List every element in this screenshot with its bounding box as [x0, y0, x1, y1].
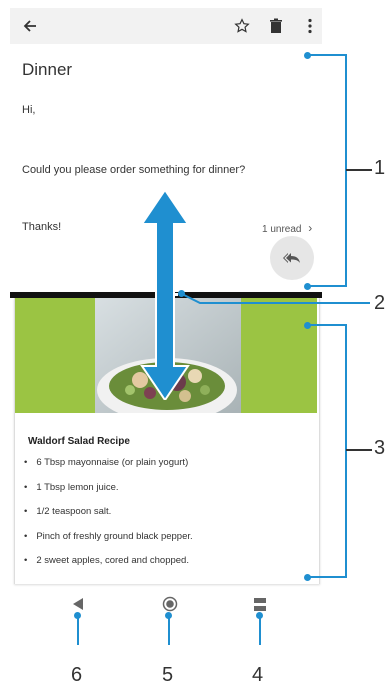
callout-dot-6 [74, 612, 81, 619]
callout-dot-1b [304, 283, 311, 290]
callout-label-2: 2 [374, 292, 386, 314]
callout-label-1: 1 [374, 157, 386, 179]
callout-label-4: 4 [252, 664, 264, 686]
callout-label-5: 5 [162, 664, 174, 686]
callout-dot-3a [304, 322, 311, 329]
callout-dot-5 [165, 612, 172, 619]
callout-dot-3b [304, 574, 311, 581]
callout-label-3: 3 [374, 437, 386, 459]
callout-lines [77, 54, 372, 645]
callout-dot-4 [256, 612, 263, 619]
callout-dot-2 [178, 290, 185, 297]
callout-dot-1a [304, 52, 311, 59]
callout-label-6: 6 [71, 664, 83, 686]
